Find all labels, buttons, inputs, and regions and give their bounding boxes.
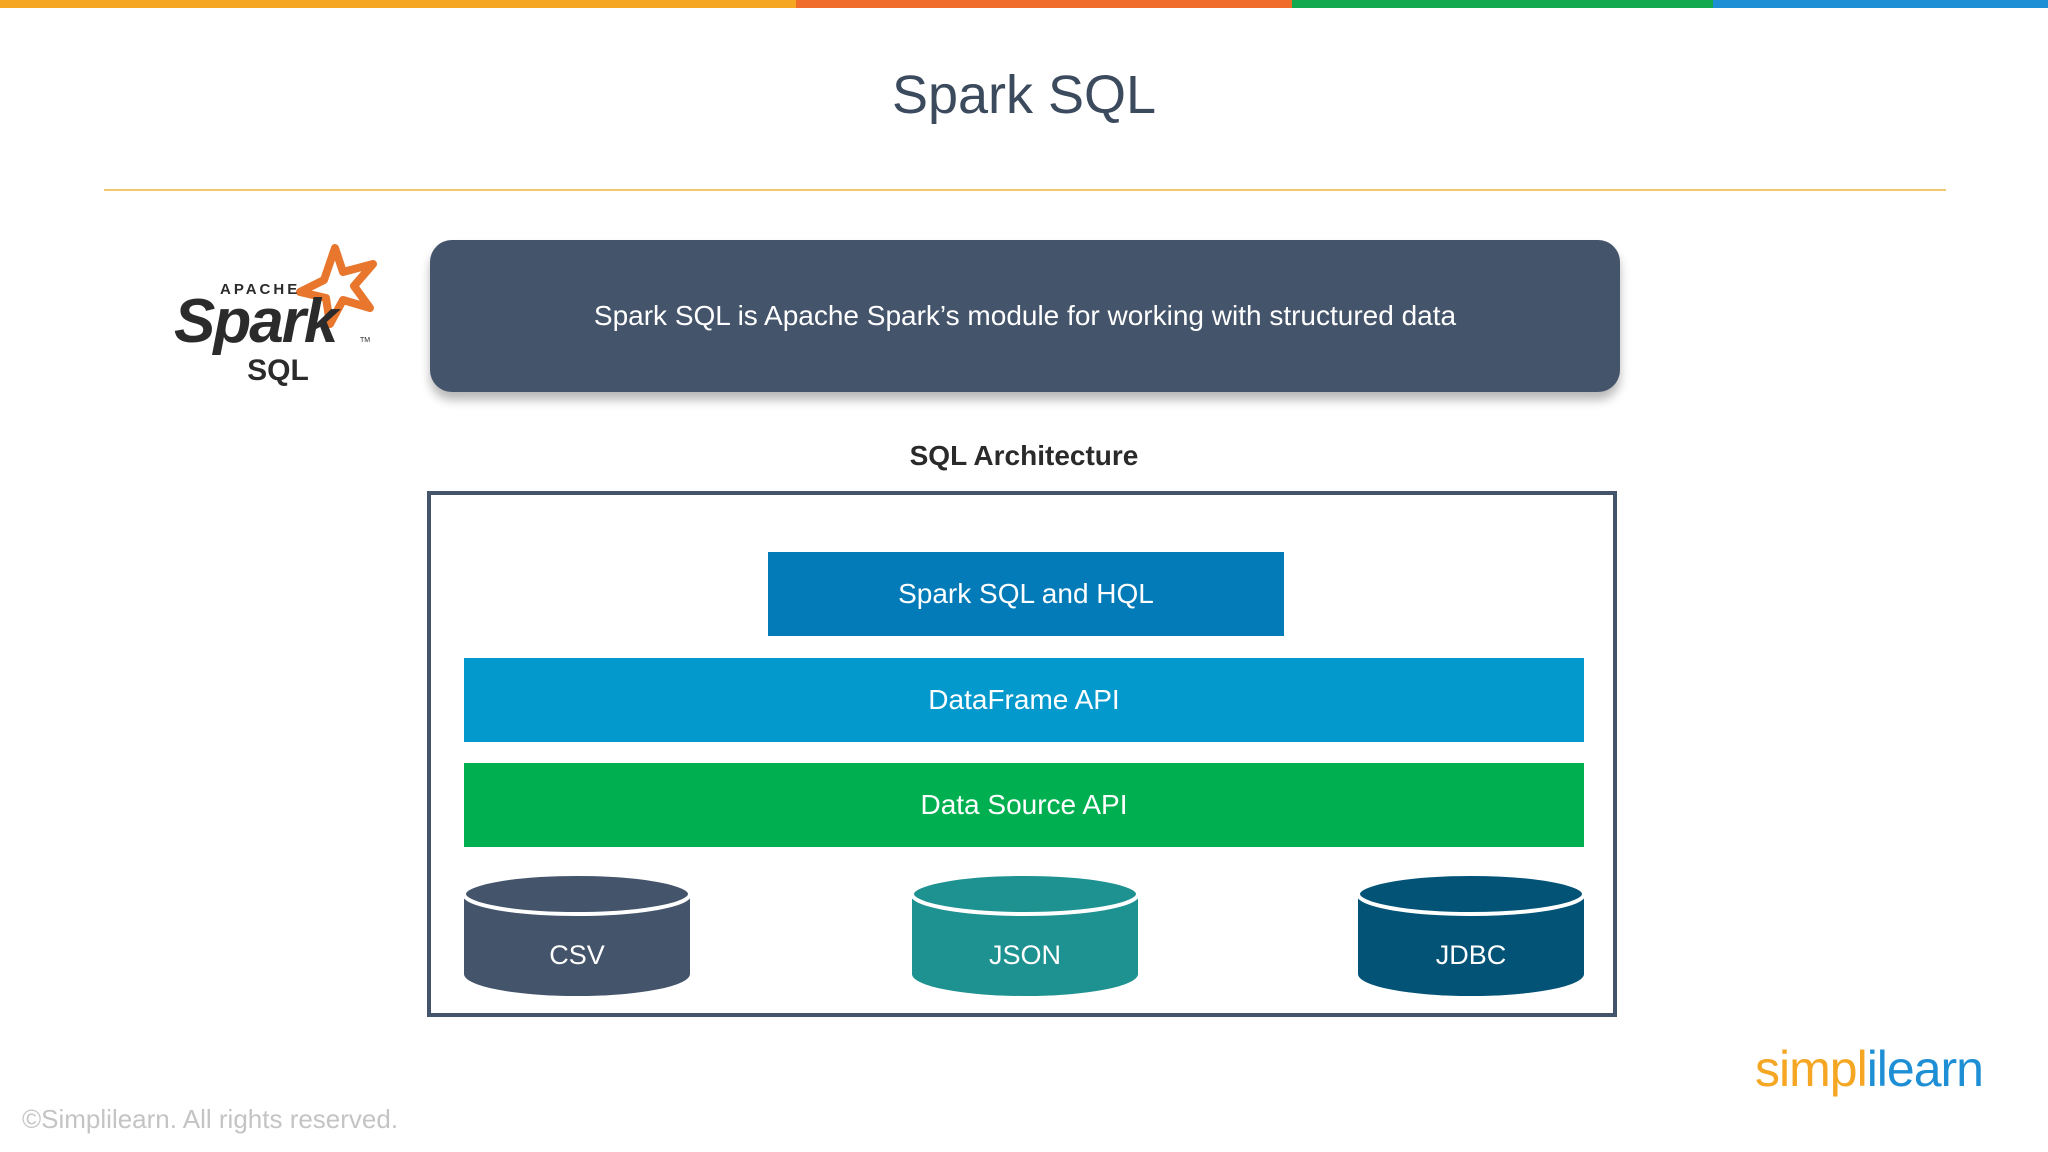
layer-dataframe-api: DataFrame API: [464, 658, 1584, 742]
brand-wordmark-text: simplilearn: [1755, 1041, 1983, 1097]
spark-logo-graphic: APACHE Spark TM SQL: [174, 244, 377, 387]
top-bar-segment-green: [1292, 0, 1713, 8]
layer-dataframe-api-label: DataFrame API: [928, 684, 1120, 715]
apache-spark-sql-logo: APACHE Spark TM SQL: [170, 242, 390, 392]
data-source-jdbc: JDBC: [1358, 872, 1584, 996]
layer-data-source-api: Data Source API: [464, 763, 1584, 847]
top-bar-segment-blue: [1713, 0, 2048, 8]
database-cylinder-icon: [464, 872, 690, 996]
top-color-bar: [0, 0, 2048, 8]
layer-spark-sql-hql-label: Spark SQL and HQL: [898, 578, 1154, 609]
logo-spark-text: Spark: [174, 287, 342, 356]
copyright-notice: ©Simplilearn. All rights reserved.: [22, 1104, 399, 1134]
simplilearn-logo: simplilearn: [1755, 1040, 1995, 1110]
logo-tm-text: TM: [360, 337, 370, 344]
data-source-json: JSON: [912, 872, 1138, 996]
data-source-json-label: JSON: [988, 940, 1061, 970]
description-text: Spark SQL is Apache Spark’s module for w…: [593, 300, 1457, 331]
data-source-jdbc-label: JDBC: [1435, 940, 1507, 970]
database-cylinder-icon: [912, 872, 1138, 996]
simplilearn-wordmark: simplilearn: [1755, 1041, 1984, 1097]
description-banner: Spark SQL is Apache Spark’s module for w…: [430, 240, 1620, 392]
layer-data-source-api-label: Data Source API: [920, 789, 1128, 820]
database-cylinder-icon: [1358, 872, 1584, 996]
data-source-csv-label: CSV: [549, 940, 605, 970]
top-bar-segment-red: [796, 0, 1292, 8]
title-divider: [104, 189, 1946, 191]
architecture-heading: SQL Architecture: [909, 440, 1139, 471]
layer-spark-sql-hql: Spark SQL and HQL: [768, 552, 1284, 636]
logo-sql-text: SQL: [247, 354, 309, 387]
architecture-diagram: Spark SQL and HQL DataFrame API Data Sou…: [427, 491, 1617, 1017]
top-bar-segment-orange: [0, 0, 796, 8]
data-source-csv: CSV: [464, 872, 690, 996]
slide-title: Spark SQL: [891, 65, 1157, 125]
